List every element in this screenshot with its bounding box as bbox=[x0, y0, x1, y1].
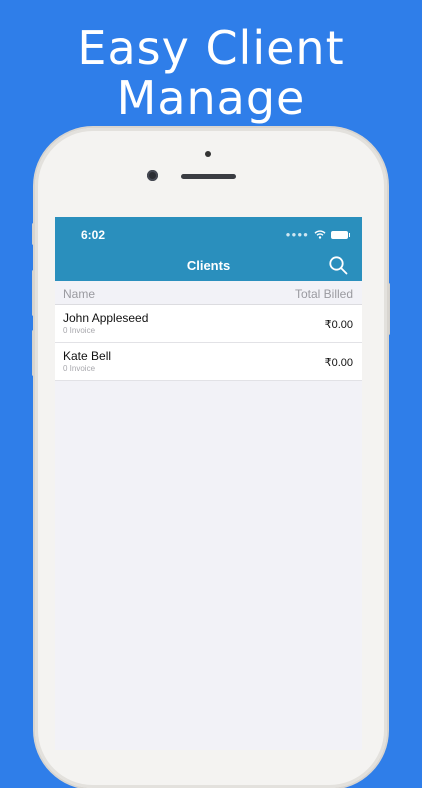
phone-power-button bbox=[387, 283, 390, 335]
client-list: John Appleseed 0 Invoice ₹0.00 Kate Bell… bbox=[55, 305, 362, 381]
front-camera-icon bbox=[147, 170, 158, 181]
client-total-billed: ₹0.00 bbox=[324, 357, 353, 369]
client-row[interactable]: Kate Bell 0 Invoice ₹0.00 bbox=[55, 343, 362, 381]
app-screen: 6:02 ●●●● Clients Name Total Billed John… bbox=[55, 217, 362, 750]
client-name: John Appleseed bbox=[63, 311, 149, 325]
client-row[interactable]: John Appleseed 0 Invoice ₹0.00 bbox=[55, 305, 362, 343]
promo-headline-line1: Easy Client bbox=[77, 21, 345, 75]
column-total-billed-label: Total Billed bbox=[294, 287, 353, 301]
signal-dots-icon: ●●●● bbox=[285, 230, 309, 239]
status-icons: ●●●● bbox=[285, 230, 350, 239]
navigation-bar: 6:02 ●●●● Clients bbox=[55, 217, 362, 281]
battery-icon bbox=[331, 230, 350, 239]
page-title: Clients bbox=[186, 258, 231, 273]
proximity-sensor bbox=[205, 151, 211, 157]
column-header: Name Total Billed bbox=[55, 281, 362, 305]
status-time: 6:02 bbox=[81, 228, 106, 242]
client-name: Kate Bell bbox=[63, 349, 112, 363]
search-icon[interactable] bbox=[328, 255, 348, 275]
column-name-label: Name bbox=[63, 287, 96, 301]
promo-headline-line2: Manage bbox=[116, 71, 306, 125]
client-invoice-count: 0 Invoice bbox=[63, 364, 96, 373]
client-invoice-count: 0 Invoice bbox=[63, 326, 96, 335]
wifi-icon bbox=[314, 230, 326, 239]
earpiece-speaker bbox=[181, 174, 236, 179]
client-total-billed: ₹0.00 bbox=[324, 319, 353, 331]
